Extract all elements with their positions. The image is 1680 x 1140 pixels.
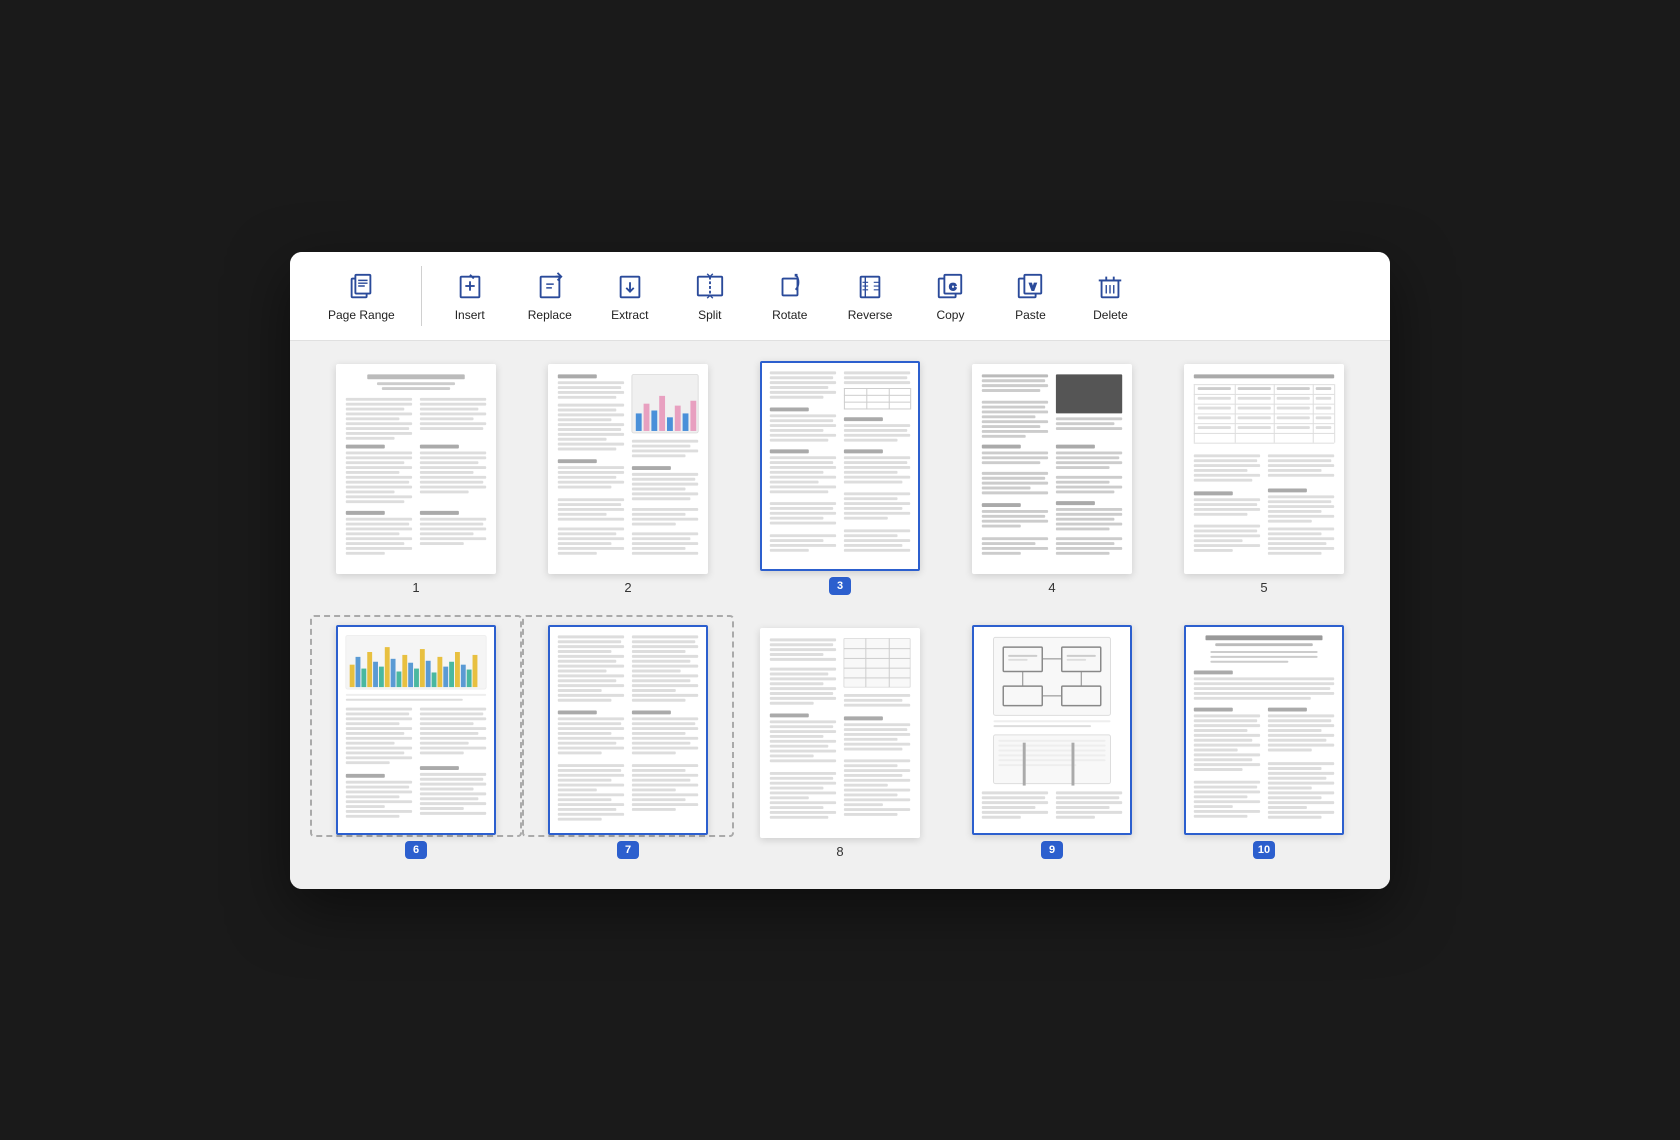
list-item[interactable]: 1	[320, 364, 512, 595]
page-thumbnail[interactable]	[972, 625, 1132, 835]
delete-icon	[1094, 270, 1126, 302]
svg-text:V: V	[1030, 281, 1037, 291]
page-badge: 9	[1041, 841, 1063, 859]
list-item[interactable]: 5	[1168, 364, 1360, 595]
toolbar-item-rotate[interactable]: Rotate	[750, 262, 830, 330]
toolbar-item-replace[interactable]: Replace	[510, 262, 590, 330]
toolbar-divider	[421, 266, 422, 326]
rotate-label: Rotate	[772, 308, 807, 322]
toolbar-item-reverse[interactable]: Reverse	[830, 262, 911, 330]
toolbar-item-page-range[interactable]: Page Range	[310, 262, 413, 330]
page-label: 5	[1260, 580, 1267, 595]
reverse-label: Reverse	[848, 308, 893, 322]
rotate-icon	[774, 270, 806, 302]
delete-label: Delete	[1093, 308, 1128, 322]
replace-label: Replace	[528, 308, 572, 322]
toolbar-item-paste[interactable]: V Paste	[990, 262, 1070, 330]
reverse-icon	[854, 270, 886, 302]
toolbar-item-delete[interactable]: Delete	[1070, 262, 1150, 330]
page-label: 8	[836, 844, 843, 859]
split-label: Split	[698, 308, 721, 322]
list-item[interactable]: 8	[744, 628, 936, 859]
page-thumbnail[interactable]	[336, 625, 496, 835]
page-thumbnail[interactable]	[972, 364, 1132, 574]
page-badge: 10	[1253, 841, 1275, 859]
split-icon	[694, 270, 726, 302]
page-thumbnail[interactable]	[1184, 364, 1344, 574]
paste-icon: V	[1014, 270, 1046, 302]
copy-icon: C	[934, 270, 966, 302]
toolbar-item-extract[interactable]: Extract	[590, 262, 670, 330]
list-item[interactable]: 7	[532, 625, 724, 859]
page-badge: 6	[405, 841, 427, 859]
page-range-label: Page Range	[328, 308, 395, 322]
toolbar-item-copy[interactable]: C Copy	[910, 262, 990, 330]
content-area: 1	[290, 341, 1390, 889]
page-badge: 3	[829, 577, 851, 595]
list-item[interactable]: 2	[532, 364, 724, 595]
page-thumbnail[interactable]	[1184, 625, 1344, 835]
toolbar: Page Range Insert	[290, 252, 1390, 341]
page-thumbnail[interactable]	[760, 628, 920, 838]
list-item[interactable]: 9	[956, 625, 1148, 859]
page-thumbnail[interactable]	[760, 361, 920, 571]
svg-text:C: C	[950, 281, 957, 291]
list-item[interactable]: 3	[744, 361, 936, 595]
page-thumbnail[interactable]	[548, 364, 708, 574]
page-range-icon	[345, 270, 377, 302]
page-label: 4	[1048, 580, 1055, 595]
insert-label: Insert	[455, 308, 485, 322]
paste-label: Paste	[1015, 308, 1046, 322]
toolbar-item-insert[interactable]: Insert	[430, 262, 510, 330]
app-window: Page Range Insert	[290, 252, 1390, 889]
list-item[interactable]: 4	[956, 364, 1148, 595]
page-thumbnail[interactable]	[336, 364, 496, 574]
insert-icon	[454, 270, 486, 302]
copy-label: Copy	[936, 308, 964, 322]
page-badge: 7	[617, 841, 639, 859]
page-label: 2	[624, 580, 631, 595]
list-item[interactable]: 6	[320, 625, 512, 859]
page-label: 1	[412, 580, 419, 595]
extract-icon	[614, 270, 646, 302]
toolbar-item-split[interactable]: Split	[670, 262, 750, 330]
extract-label: Extract	[611, 308, 648, 322]
list-item[interactable]: 10	[1168, 625, 1360, 859]
replace-icon	[534, 270, 566, 302]
page-thumbnail[interactable]	[548, 625, 708, 835]
